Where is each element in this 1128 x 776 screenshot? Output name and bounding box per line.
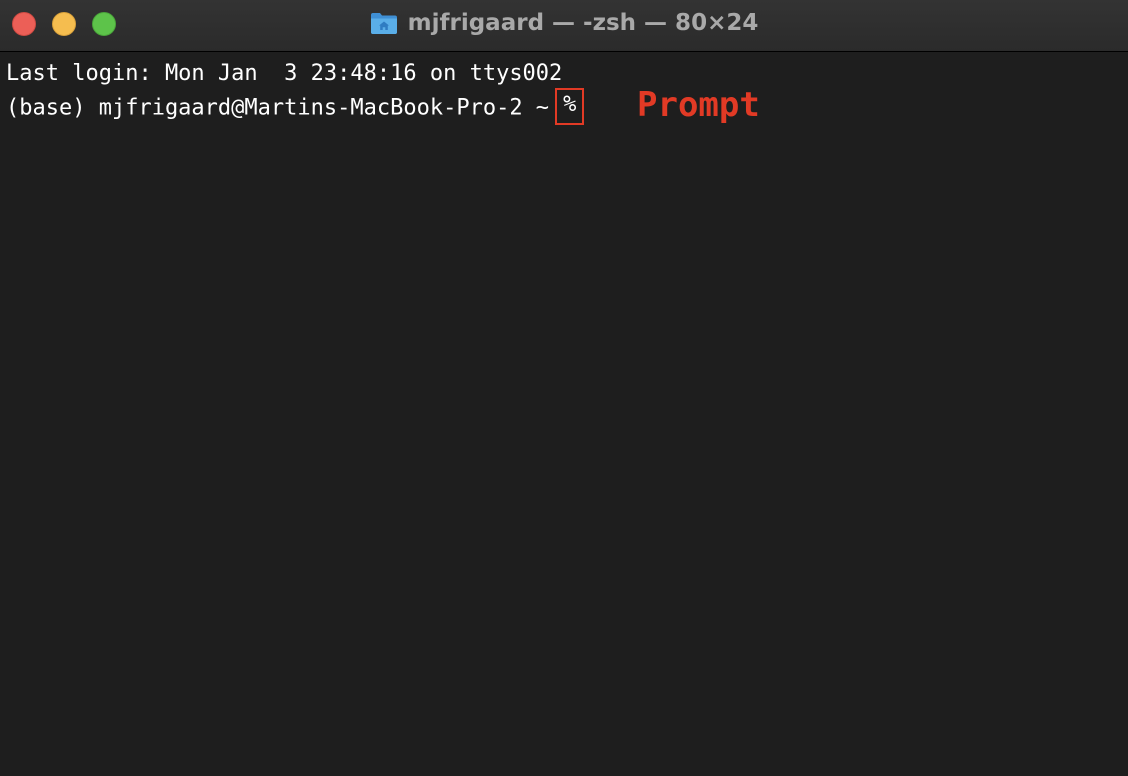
terminal-output[interactable]: Last login: Mon Jan 3 23:48:16 on ttys00… [0, 53, 1128, 776]
terminal-window: mjfrigaard — -zsh — 80×24 Last login: Mo… [0, 0, 1128, 776]
prompt-symbol-highlight: % [555, 88, 585, 125]
prompt-line: (base) mjfrigaard@Martins-MacBook-Pro-2 … [6, 88, 585, 127]
title-bar[interactable]: mjfrigaard — -zsh — 80×24 [0, 0, 1128, 52]
window-title: mjfrigaard — -zsh — 80×24 [407, 10, 759, 36]
prompt-annotation-label: Prompt [637, 85, 760, 125]
home-folder-icon [370, 11, 398, 35]
last-login-line: Last login: Mon Jan 3 23:48:16 on ttys00… [6, 61, 563, 86]
window-title-group: mjfrigaard — -zsh — 80×24 [0, 0, 1128, 46]
prompt-prefix: (base) mjfrigaard@Martins-MacBook-Pro-2 … [6, 95, 550, 121]
